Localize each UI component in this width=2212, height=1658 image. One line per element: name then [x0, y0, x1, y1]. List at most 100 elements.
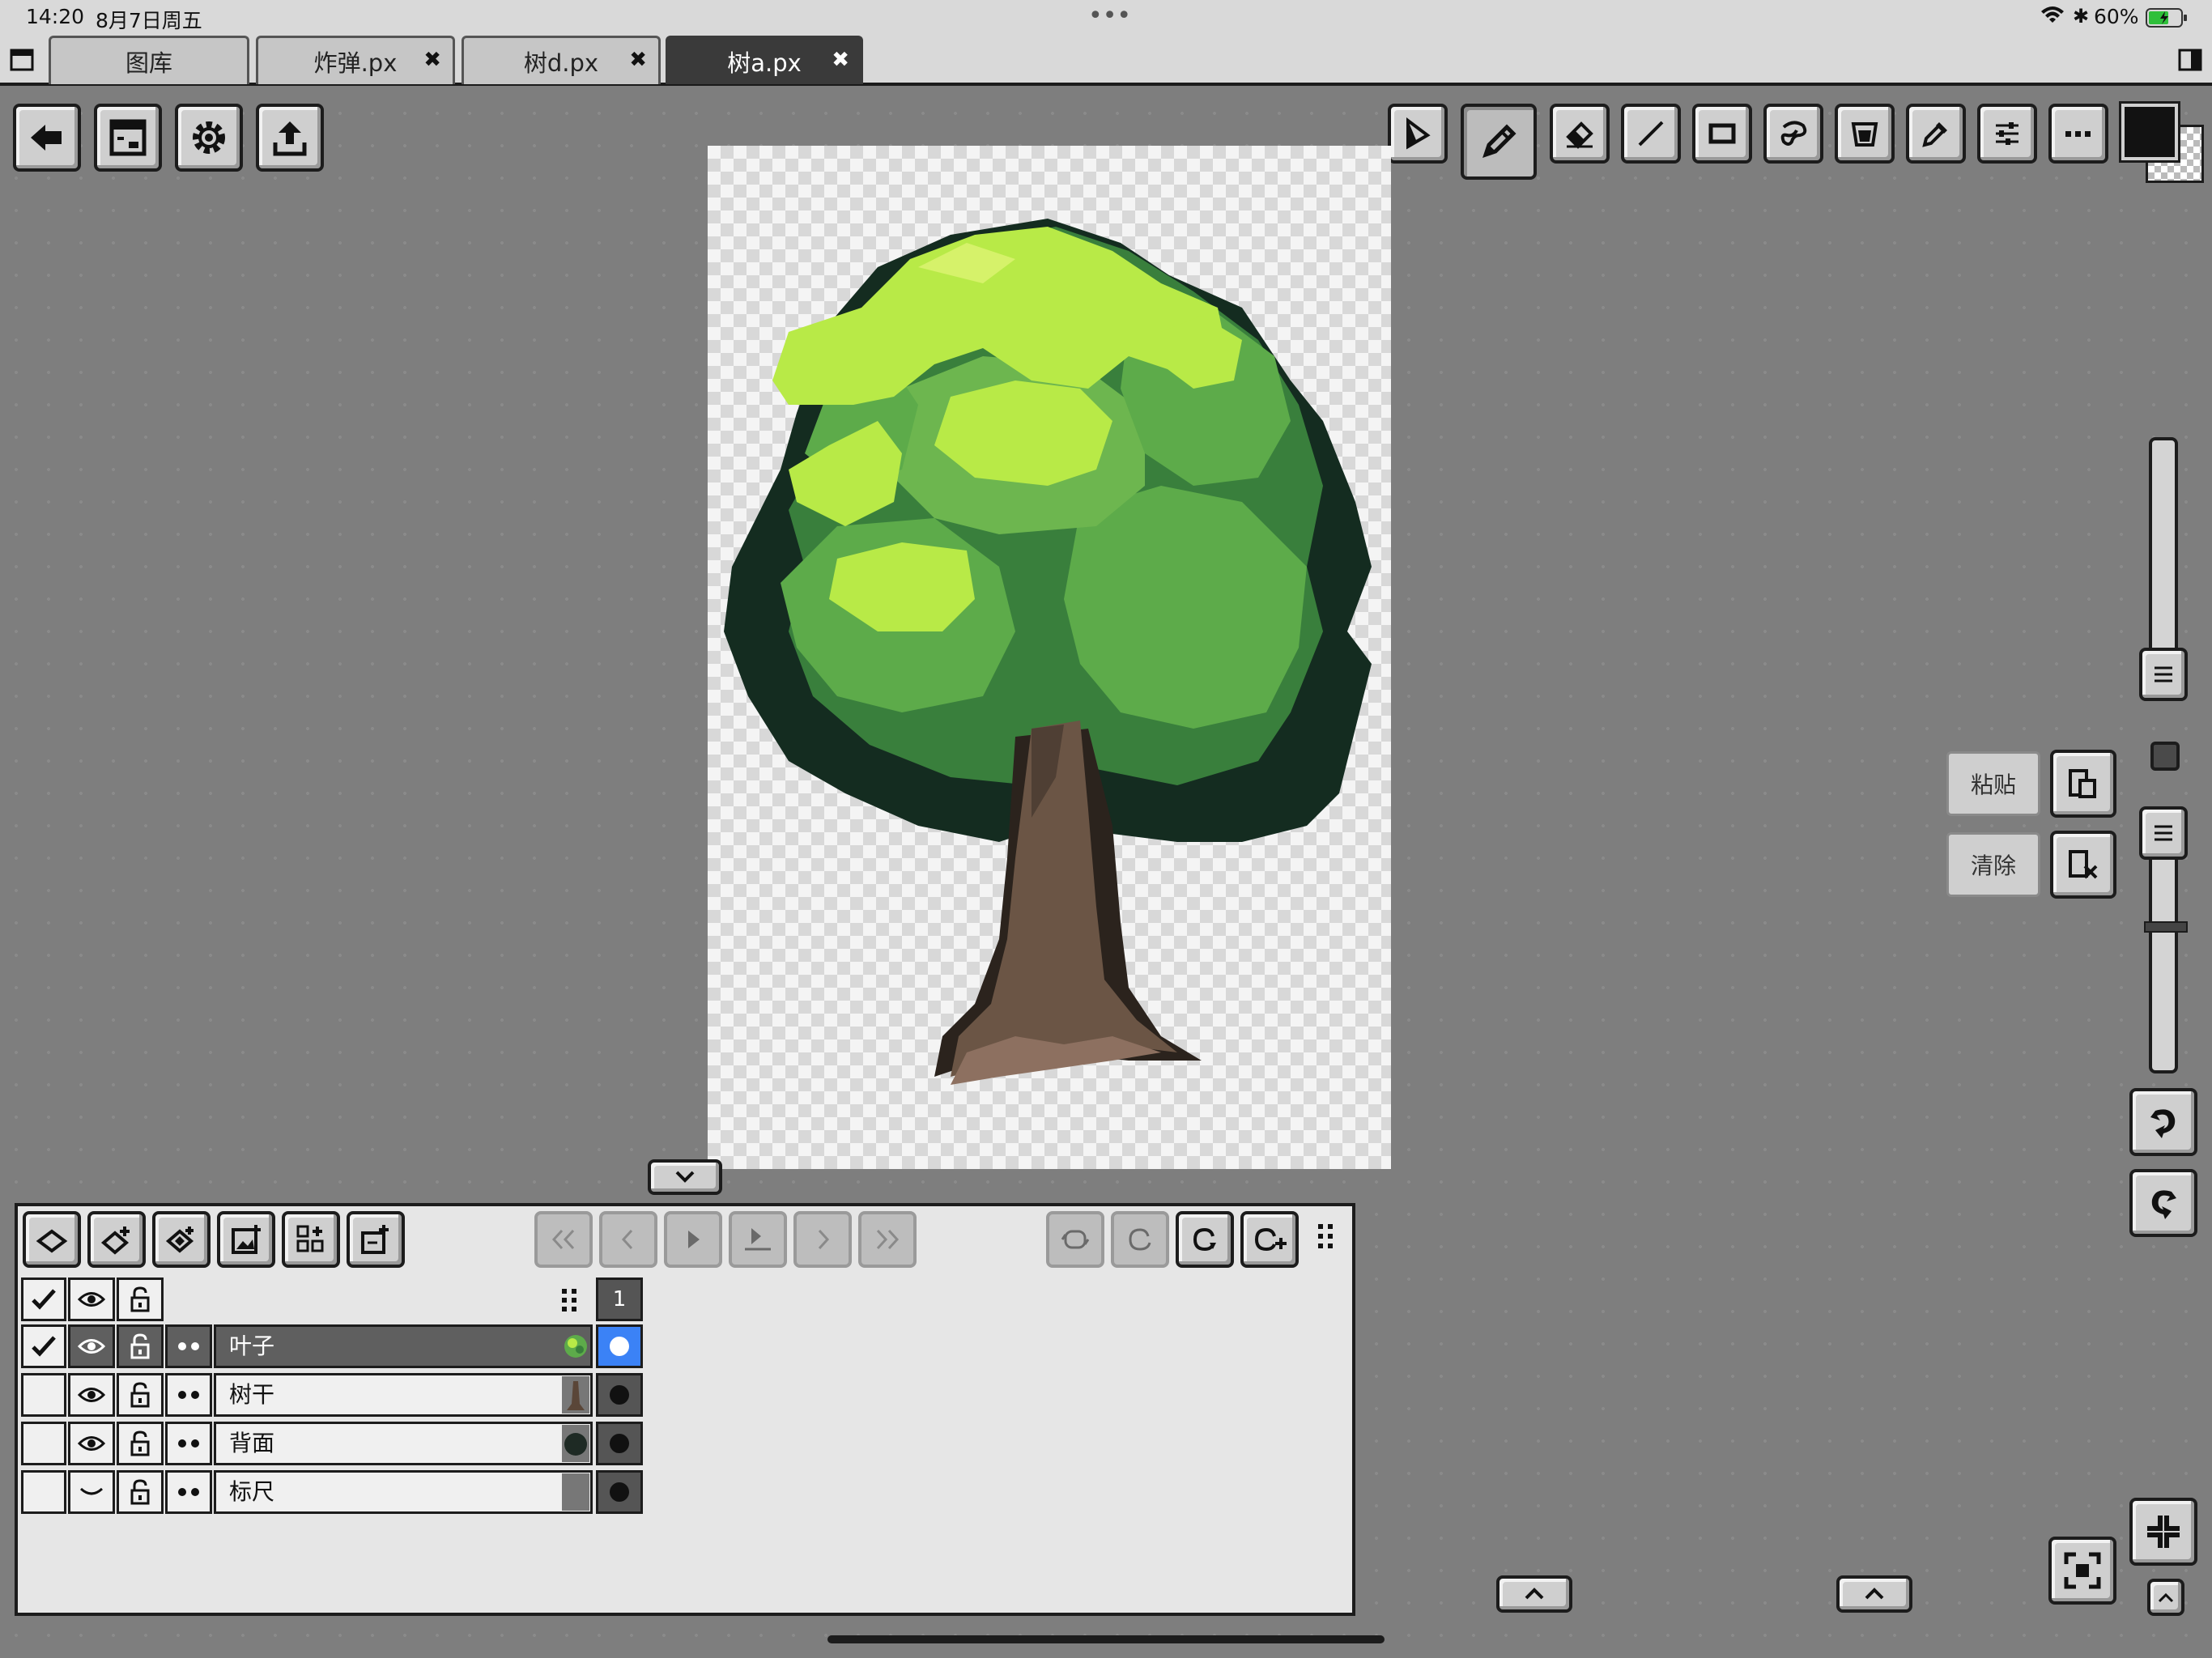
- expand-panel-button-left[interactable]: [1496, 1575, 1572, 1613]
- battery-percent: 60%: [2094, 5, 2139, 28]
- layer-visibility-toggle[interactable]: [68, 1324, 115, 1368]
- loop-button[interactable]: [1176, 1211, 1234, 1268]
- layer-add-button[interactable]: [23, 1211, 81, 1268]
- select-all-checkbox[interactable]: [21, 1278, 66, 1321]
- more-button[interactable]: [2048, 104, 2108, 164]
- eye-icon: [78, 1388, 105, 1402]
- undo-button[interactable]: [2129, 1088, 2197, 1156]
- layer-add-plus-button[interactable]: [87, 1211, 146, 1268]
- lasso-tool-button[interactable]: [1763, 104, 1823, 164]
- close-icon[interactable]: ✖: [423, 48, 441, 72]
- tab-bomb[interactable]: 炸弹.px ✖: [256, 36, 455, 84]
- back-button[interactable]: [13, 104, 81, 172]
- layer-checkbox[interactable]: [21, 1324, 66, 1368]
- rectangle-tool-button[interactable]: [1692, 104, 1752, 164]
- layer-name[interactable]: 背面: [214, 1422, 593, 1465]
- color-swatch[interactable]: [2119, 101, 2204, 183]
- layer-merge-button[interactable]: [152, 1211, 211, 1268]
- layer-frame-cell[interactable]: [596, 1373, 643, 1417]
- play-icon: [688, 1231, 700, 1248]
- import-image-button[interactable]: [217, 1211, 275, 1268]
- export-button[interactable]: [256, 104, 324, 172]
- adjustments-button[interactable]: [1977, 104, 2037, 164]
- primary-color-swatch[interactable]: [2119, 101, 2180, 163]
- eraser-tool-button[interactable]: [1550, 104, 1610, 164]
- upload-icon: [273, 121, 307, 156]
- first-frame-button[interactable]: [534, 1211, 593, 1268]
- loop-plus-button[interactable]: [1240, 1211, 1299, 1268]
- layer-frame-cell[interactable]: [596, 1470, 643, 1514]
- select-tool-button[interactable]: [1388, 104, 1448, 164]
- layer-visibility-toggle[interactable]: [68, 1422, 115, 1465]
- expand-panel-button-right[interactable]: [1836, 1575, 1912, 1613]
- tab-tree-a[interactable]: 树a.px ✖: [666, 36, 863, 84]
- layer-options-toggle[interactable]: [165, 1422, 212, 1465]
- expand-small-button[interactable]: [2147, 1579, 2184, 1616]
- redo-button[interactable]: [2129, 1169, 2197, 1237]
- layer-thumbnail: [562, 1328, 589, 1365]
- layer-checkbox[interactable]: [21, 1373, 66, 1417]
- sidebar-toggle-icon[interactable]: [10, 49, 34, 74]
- layer-checkbox[interactable]: [21, 1422, 66, 1465]
- clear-icon-button[interactable]: [2050, 831, 2116, 899]
- layer-lock-toggle[interactable]: [117, 1422, 164, 1465]
- bluetooth-icon: ✱: [2073, 5, 2090, 28]
- line-icon: [1638, 121, 1664, 147]
- last-frame-button[interactable]: [858, 1211, 917, 1268]
- layer-visibility-toggle[interactable]: [68, 1373, 115, 1417]
- fill-tool-button[interactable]: [1835, 104, 1895, 164]
- layer-checkbox[interactable]: [21, 1470, 66, 1514]
- next-frame-button[interactable]: [793, 1211, 852, 1268]
- layer-lock-toggle[interactable]: [117, 1373, 164, 1417]
- layer-name[interactable]: 树干: [214, 1373, 593, 1417]
- drag-handle-icon[interactable]: [1317, 1222, 1334, 1253]
- layer-name[interactable]: 叶子: [214, 1324, 593, 1368]
- layer-frame-cell[interactable]: [596, 1324, 643, 1368]
- canvas-settings-button[interactable]: [94, 104, 162, 172]
- layer-name[interactable]: 标尺: [214, 1470, 593, 1514]
- new-frame-button[interactable]: [347, 1211, 405, 1268]
- layer-options-toggle[interactable]: [165, 1470, 212, 1514]
- split-view-icon[interactable]: [2178, 49, 2202, 74]
- drawing-canvas[interactable]: [708, 146, 1391, 1169]
- multitask-dots-icon[interactable]: •••: [1088, 2, 1131, 30]
- unlock-icon: [130, 1479, 150, 1505]
- show-all-toggle[interactable]: [68, 1278, 115, 1321]
- clear-button[interactable]: 清除: [1946, 832, 2040, 897]
- loop-plus-icon: [1254, 1227, 1287, 1252]
- brush-preview: [2150, 742, 2180, 771]
- eyedropper-tool-button[interactable]: [1906, 104, 1966, 164]
- tab-gallery[interactable]: 图库: [49, 36, 249, 84]
- paint-bucket-icon: [1851, 122, 1878, 147]
- zoom-fit-button[interactable]: [2129, 1498, 2197, 1566]
- line-tool-button[interactable]: [1621, 104, 1681, 164]
- opacity-slider-handle[interactable]: [2139, 806, 2188, 860]
- layer-options-toggle[interactable]: [165, 1324, 212, 1368]
- layer-lock-toggle[interactable]: [117, 1324, 164, 1368]
- settings-button[interactable]: [175, 104, 243, 172]
- loop-once-button[interactable]: [1111, 1211, 1169, 1268]
- play-button[interactable]: [664, 1211, 722, 1268]
- close-icon[interactable]: ✖: [832, 48, 849, 72]
- brush-size-slider-handle[interactable]: [2139, 648, 2188, 701]
- collapse-panel-button[interactable]: [648, 1159, 722, 1195]
- fullscreen-button[interactable]: [2048, 1537, 2116, 1605]
- tab-label: 树d.px: [523, 49, 599, 77]
- duplicate-layer-button[interactable]: [282, 1211, 340, 1268]
- onion-skin-button[interactable]: [729, 1211, 787, 1268]
- layer-lock-toggle[interactable]: [117, 1470, 164, 1514]
- close-icon[interactable]: ✖: [629, 48, 647, 72]
- prev-frame-button[interactable]: [599, 1211, 657, 1268]
- layer-drag-handle-icon[interactable]: [560, 1287, 578, 1316]
- tab-tree-d[interactable]: 树d.px ✖: [462, 36, 661, 84]
- loop-pingpong-button[interactable]: [1046, 1211, 1104, 1268]
- paste-button[interactable]: 粘贴: [1946, 751, 2040, 816]
- lock-all-toggle[interactable]: [117, 1278, 164, 1321]
- layer-visibility-toggle[interactable]: [68, 1470, 115, 1514]
- frame-number[interactable]: 1: [596, 1278, 643, 1321]
- pencil-tool-button[interactable]: [1461, 104, 1537, 180]
- paste-icon-button[interactable]: [2050, 750, 2116, 818]
- layer-frame-cell[interactable]: [596, 1422, 643, 1465]
- opacity-slider-marker: [2144, 921, 2188, 933]
- layer-options-toggle[interactable]: [165, 1373, 212, 1417]
